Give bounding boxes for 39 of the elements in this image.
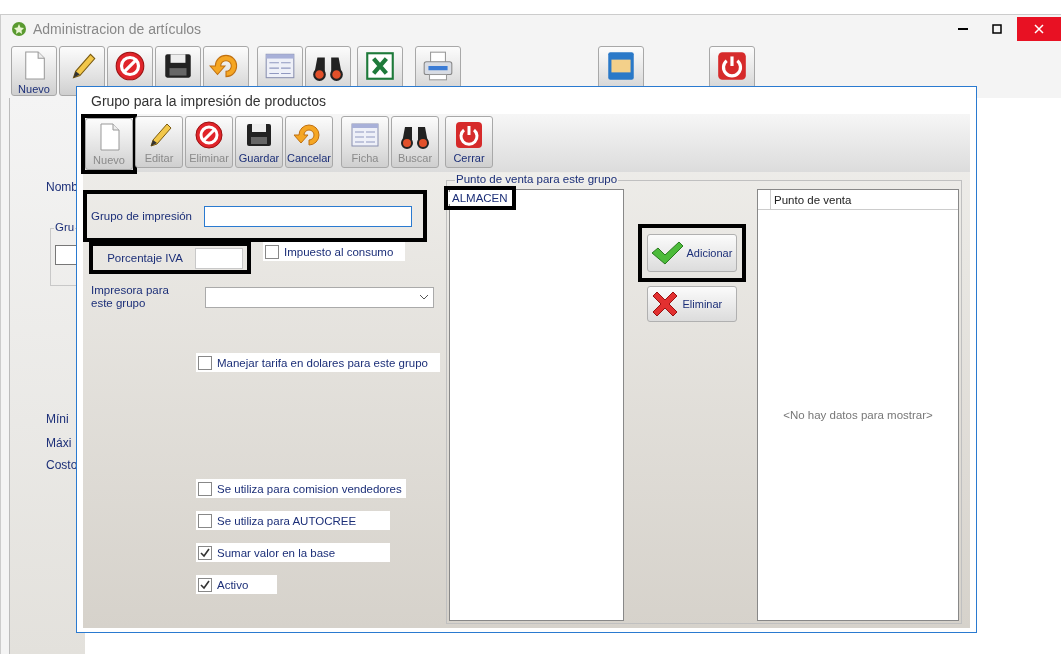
window-title: Administracion de artículos <box>33 21 203 37</box>
app-icon <box>11 21 27 37</box>
spreadsheet-icon <box>363 49 397 83</box>
side-button[interactable]: Eliminar <box>646 286 737 322</box>
toolbar-button[interactable]: Guardar <box>235 116 283 168</box>
field-label: Grupo de impresión <box>91 210 192 222</box>
no-entry-icon <box>113 49 147 83</box>
field-label: Míni <box>46 412 69 426</box>
power-icon <box>453 119 485 151</box>
checkbox[interactable]: Se utiliza para comision vendedores <box>196 479 406 498</box>
maximize-icon <box>992 24 1002 34</box>
input-field[interactable] <box>204 205 412 227</box>
minimize-icon <box>958 28 968 30</box>
input-field[interactable] <box>195 247 243 269</box>
no-entry-icon <box>193 119 225 151</box>
printer-icon <box>421 49 455 83</box>
checkbox[interactable]: Sumar valor en la base <box>196 543 390 562</box>
column-header[interactable]: Punto de venta <box>771 190 958 209</box>
group-legend: Gru <box>54 221 76 233</box>
close-icon <box>1034 24 1044 34</box>
side-button[interactable]: Adicionar <box>646 234 737 272</box>
empty-message: <No hay datos para mostrar> <box>783 409 933 421</box>
checkbox[interactable]: Activo <box>196 575 277 594</box>
checkbox[interactable]: Se utiliza para AUTOCREE <box>196 511 390 530</box>
checkmark-icon <box>200 547 210 558</box>
checkmark-icon <box>649 240 684 266</box>
checkbox[interactable]: Manejar tarifa en dolares para este grupo <box>196 353 440 372</box>
toolbar-button[interactable]: Cerrar <box>445 116 493 168</box>
chevron-down-icon <box>419 294 429 300</box>
toolbar-button[interactable]: Nuevo <box>11 46 57 96</box>
checkbox[interactable]: Impuesto al consumo <box>263 242 405 261</box>
field-label: Porcentaje IVA <box>107 252 183 264</box>
toolbar-button[interactable]: Cancelar <box>285 116 333 168</box>
checkmark-icon <box>200 579 210 590</box>
power-icon <box>715 49 749 83</box>
dialog-title: Grupo para la impresión de productos <box>91 92 327 109</box>
group-legend: Punto de venta para este grupo <box>455 173 619 185</box>
field-label: Máxi <box>46 436 72 450</box>
field-label: Impresora para este grupo <box>91 284 170 310</box>
